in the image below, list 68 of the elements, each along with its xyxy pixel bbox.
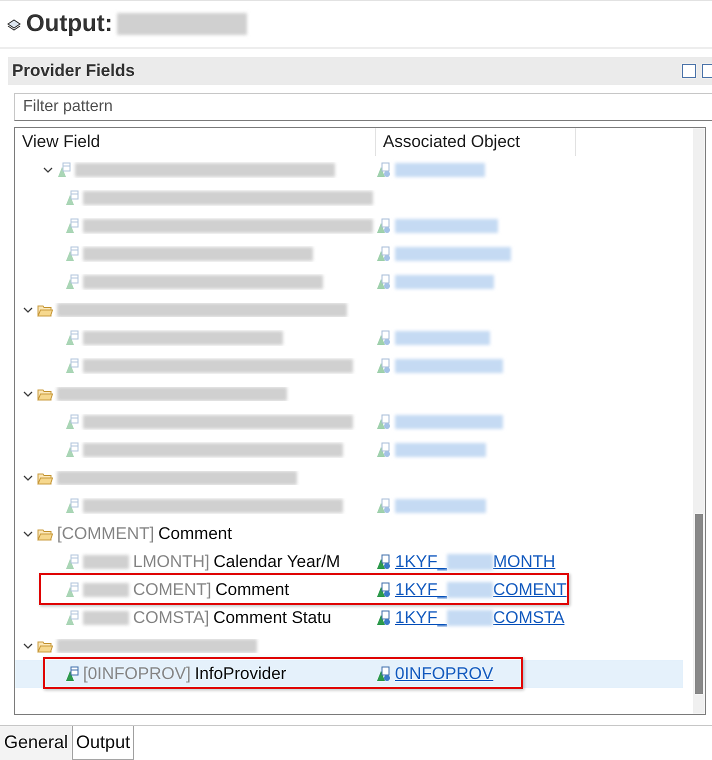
object-icon (376, 246, 392, 262)
tree-row[interactable]: [0INFOPROV] InfoProvider 0INFOPROV (15, 660, 683, 688)
object-link[interactable]: 1KYF_ COMSTA (395, 608, 564, 628)
field-code: [COMMENT] (57, 524, 154, 544)
field-icon (65, 610, 79, 626)
field-code: COMSTA] (133, 608, 210, 628)
expanded-chevron-icon[interactable] (23, 389, 33, 399)
field-icon (65, 414, 79, 430)
object-icon (376, 498, 392, 514)
tab[interactable]: Output (72, 726, 134, 760)
field-code: [0INFOPROV] (83, 664, 191, 684)
field-icon (65, 554, 79, 570)
field-icon (65, 498, 79, 514)
tree-row[interactable]: COMENT] Comment 1KYF_ COMENT (15, 576, 683, 604)
object-icon (376, 554, 392, 570)
folder-icon (37, 528, 53, 540)
collapse-all-icon[interactable] (702, 64, 712, 78)
scrollbar[interactable] (693, 128, 705, 714)
field-icon (65, 442, 79, 458)
folder-icon (37, 388, 53, 400)
object-link[interactable]: 1KYF_ MONTH (395, 552, 556, 572)
editor-title: Output: (26, 10, 113, 38)
expand-all-icon[interactable] (682, 64, 696, 78)
field-code: COMENT] (133, 580, 212, 600)
object-icon (376, 414, 392, 430)
expanded-chevron-icon[interactable] (23, 473, 33, 483)
object-icon (376, 330, 392, 346)
folder-icon (37, 472, 53, 484)
field-name: Comment Statu (213, 608, 332, 628)
field-icon (65, 330, 79, 346)
filter-field[interactable]: Filter pattern (14, 93, 712, 121)
object-link[interactable]: 0INFOPROV (395, 664, 494, 684)
field-icon (65, 274, 79, 290)
object-icon (376, 666, 392, 682)
panel-title: Provider Fields (12, 61, 135, 81)
column-header[interactable]: Associated Object (376, 128, 576, 156)
field-icon (65, 246, 79, 262)
field-icon (65, 666, 79, 682)
object-icon (376, 274, 392, 290)
column-header[interactable]: View Field (15, 128, 376, 156)
object-icon (376, 610, 392, 626)
field-icon (65, 218, 79, 234)
expanded-chevron-icon[interactable] (23, 529, 33, 539)
folder-icon (37, 304, 53, 316)
field-icon (65, 358, 79, 374)
object-icon (376, 582, 392, 598)
object-icon (376, 162, 392, 178)
field-icon (65, 582, 79, 598)
field-icon (57, 162, 71, 178)
tree-row[interactable]: LMONTH] Calendar Year/M 1KYF_ MONTH (15, 548, 683, 576)
tree-row[interactable]: [COMMENT] Comment (15, 520, 683, 548)
field-icon (65, 190, 79, 206)
field-name: Comment (158, 524, 232, 544)
field-name: Comment (215, 580, 290, 600)
object-link[interactable]: 1KYF_ COMENT (395, 580, 567, 600)
tree-row[interactable]: COMSTA] Comment Statu 1KYF_ COMSTA (15, 604, 683, 632)
field-name: InfoProvider (194, 664, 286, 684)
expanded-chevron-icon[interactable] (23, 641, 33, 651)
expanded-chevron-icon[interactable] (43, 165, 53, 175)
object-icon (376, 442, 392, 458)
object-icon (376, 358, 392, 374)
field-code: LMONTH] (133, 552, 210, 572)
expanded-chevron-icon[interactable] (23, 305, 33, 315)
tab[interactable]: General (0, 726, 72, 760)
object-icon (376, 218, 392, 234)
folder-icon (37, 640, 53, 652)
field-name: Calendar Year/M (214, 552, 340, 572)
scrollbar-thumb[interactable] (695, 514, 703, 694)
